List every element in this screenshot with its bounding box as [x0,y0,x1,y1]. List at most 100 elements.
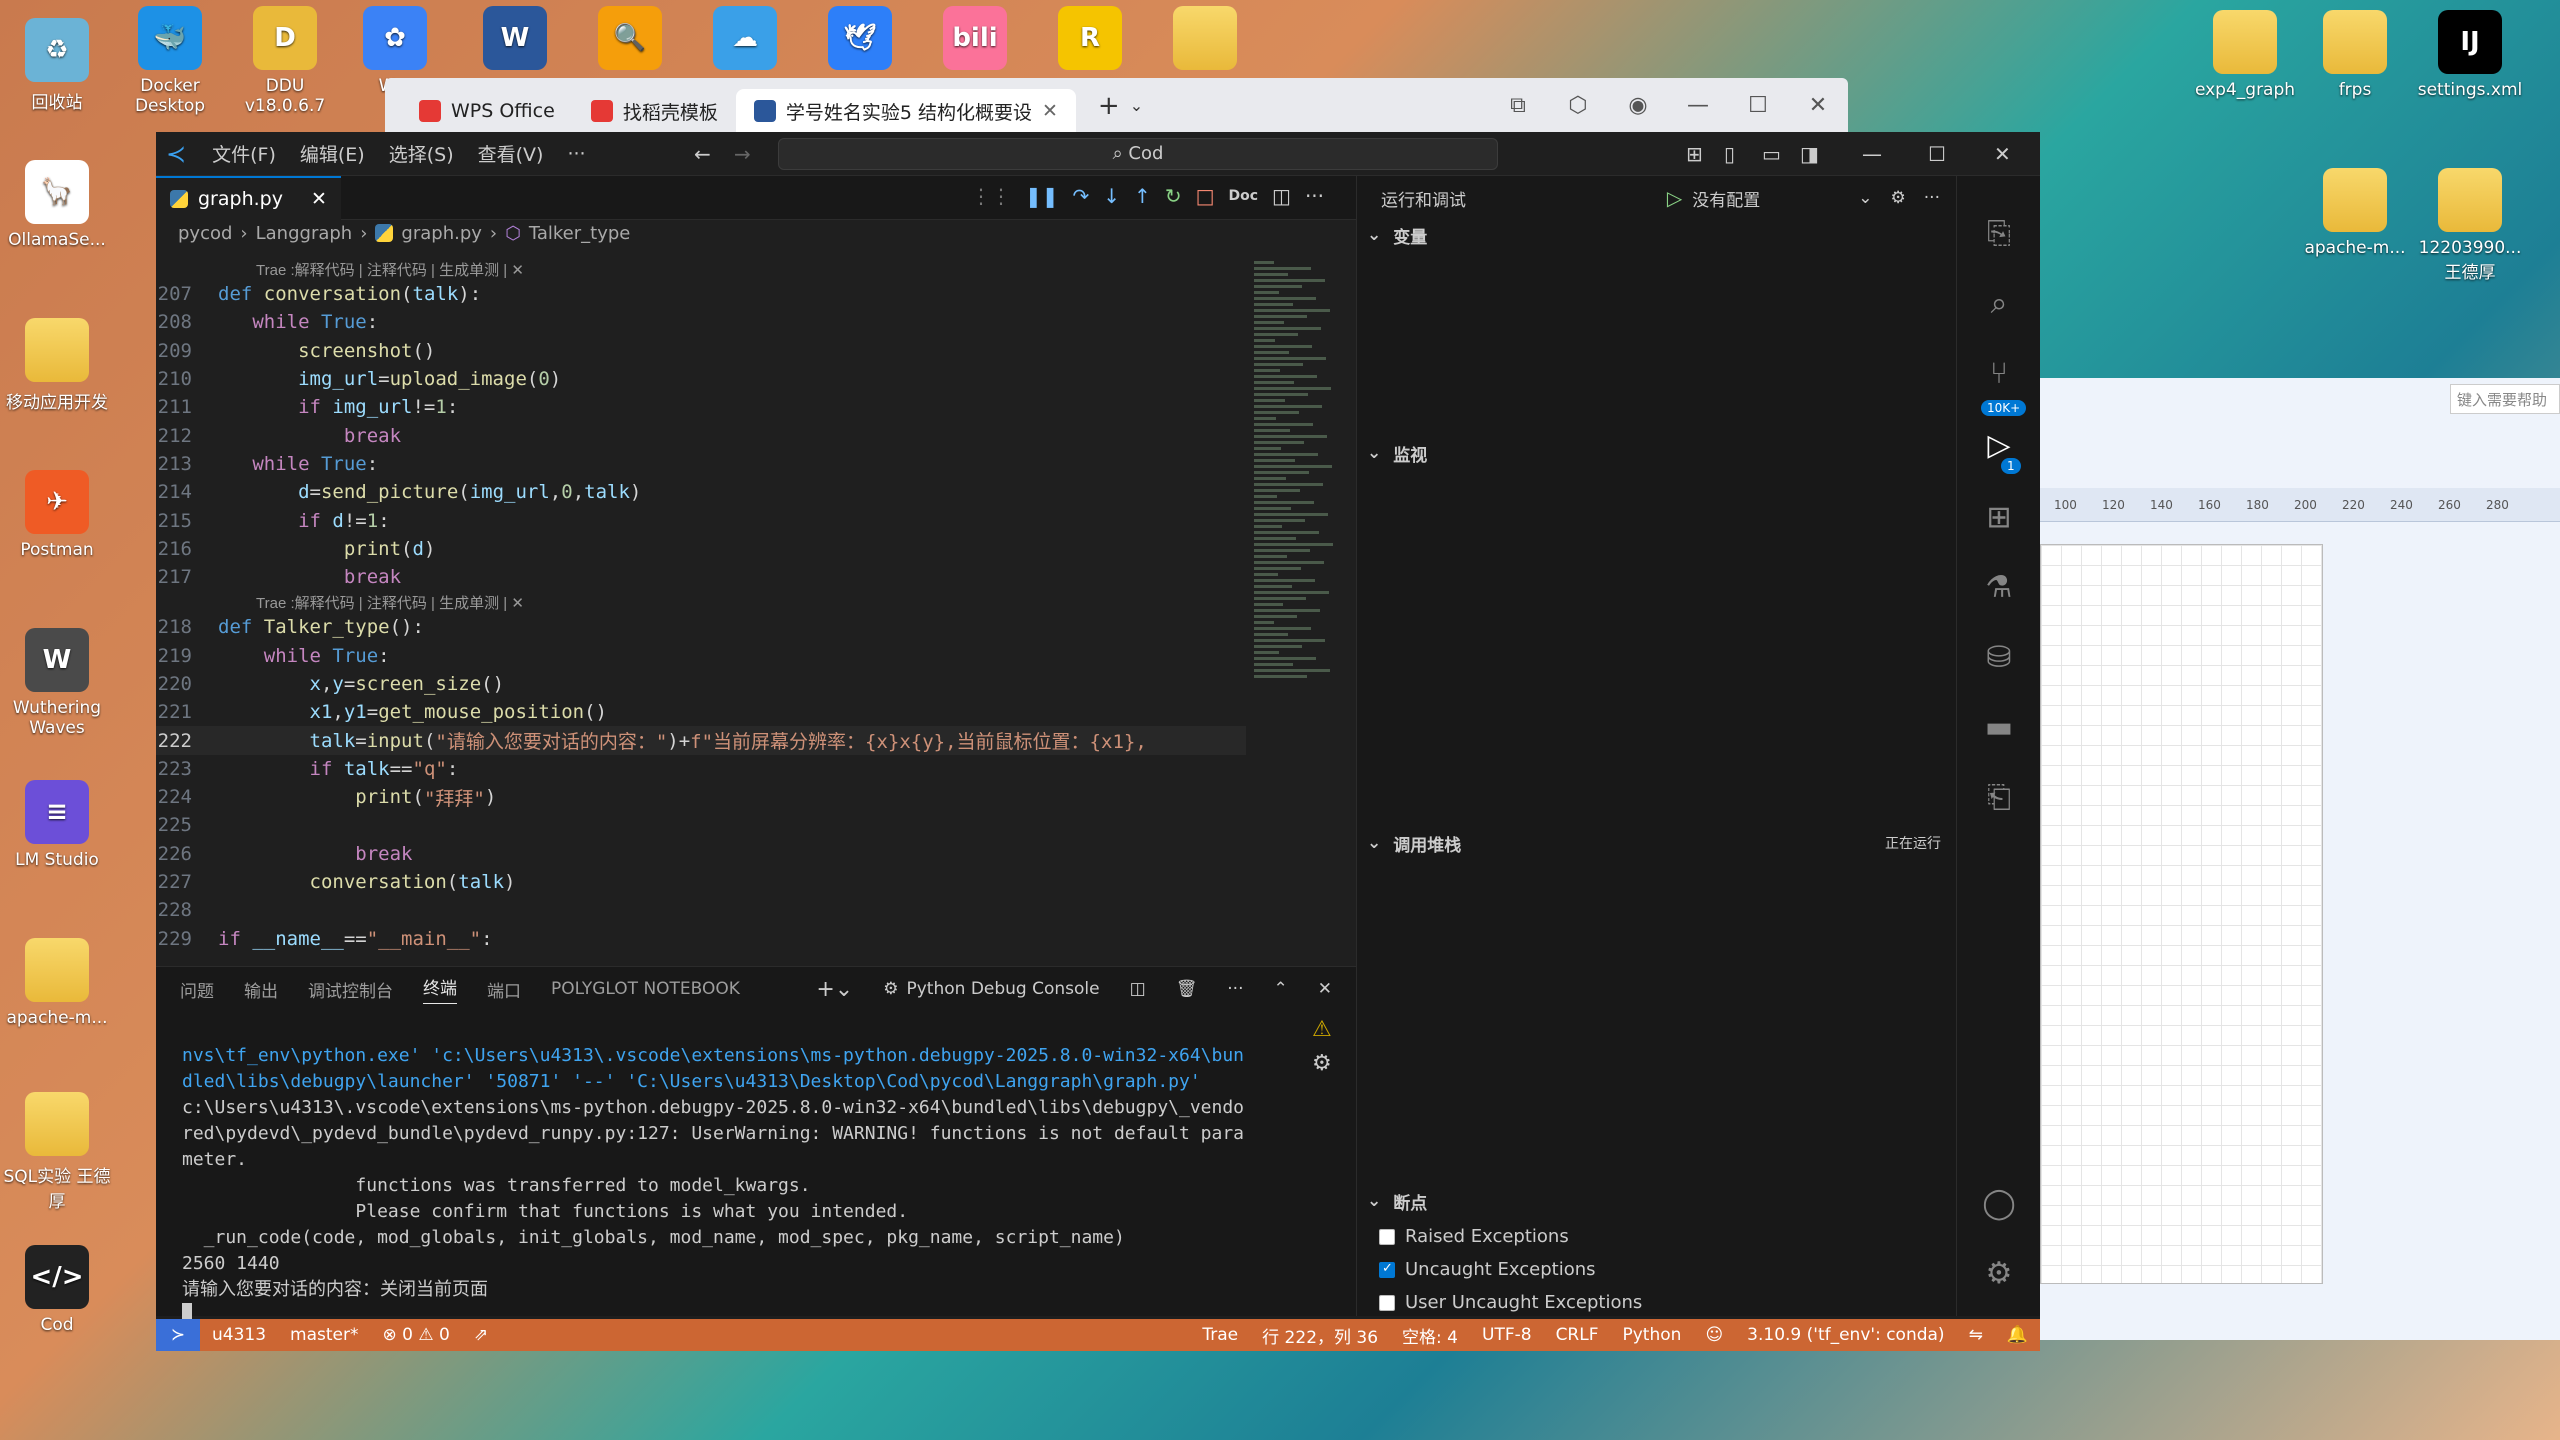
tab-output[interactable]: 输出 [244,977,278,1002]
desktop-icon[interactable] [1150,6,1260,76]
breakpoint-uncaught-exceptions[interactable]: Uncaught Exceptions [1379,1259,1596,1280]
checkbox[interactable] [1379,1228,1395,1245]
run-debug-icon[interactable]: ▷ [1957,428,2041,463]
desktop-icon[interactable]: ≡ LM Studio [2,780,112,870]
tab-graph-py[interactable]: graph.py ✕ [156,175,341,220]
status-language[interactable]: Python [1611,1325,1694,1345]
step-over-icon[interactable]: ↷ [1073,184,1090,208]
debug-gear-icon[interactable]: ⚙ [1312,1051,1332,1076]
tab-polyglot-notebook[interactable]: POLYGLOT NOTEBOOK [551,979,740,999]
menu-edit[interactable]: 编辑(E) [288,140,377,167]
menu-selection[interactable]: 选择(S) [377,140,466,167]
help-search-input[interactable]: 键入需要帮助 [2450,384,2560,414]
explorer-icon[interactable]: ⎘ [1957,216,2041,251]
status-interpreter[interactable]: 3.10.9 ('tf_env': conda) [1735,1325,1956,1345]
tab-terminal[interactable]: 终端 [423,974,457,1004]
desktop-icon[interactable]: 🦙 OllamaSe... [2,160,112,250]
breadcrumb-item[interactable]: pycod [178,223,232,244]
status-user[interactable]: u4313 [200,1325,278,1345]
drag-handle-icon[interactable]: ⋮⋮ [971,184,1011,208]
start-debugging-icon[interactable]: ▷ [1667,186,1682,210]
toggle-secondary-sidebar-icon[interactable]: ◨ [1800,142,1819,166]
forward-arrow-icon[interactable]: → [734,142,751,166]
source-control-icon[interactable]: ⑂ [1957,356,2041,391]
status-branch[interactable]: master* [278,1325,370,1345]
tab-problems[interactable]: 问题 [180,977,214,1002]
code-editor[interactable]: Trae :解释代码 | 注释代码 | 生成单测 | ✕ 207 def conv… [156,258,1246,958]
status-indent[interactable]: 空格: 4 [1390,1323,1470,1348]
desktop-icon[interactable]: D DDU v18.0.6.7 [230,6,340,116]
toggle-primary-sidebar-icon[interactable]: ▯ [1724,142,1735,166]
desktop-icon[interactable]: apache-m... [2300,168,2410,258]
desktop-icon[interactable]: ✈ Postman [2,470,112,560]
section-call-stack[interactable]: ⌄ 调用堆栈 正在运行 [1357,828,1957,858]
desktop-icon[interactable]: W Wuthering Waves [2,628,112,738]
maximize-button[interactable]: ☐ [1728,93,1788,118]
stop-icon[interactable]: □ [1196,184,1215,208]
browser-tab-template[interactable]: 找稻壳模板 [573,89,736,133]
desktop-icon[interactable]: 12203990... 王德厚 [2415,168,2525,283]
testing-icon[interactable]: ⚗ [1957,570,2041,605]
minimap[interactable] [1246,258,1356,958]
remote-explorer-icon[interactable]: ⛁ [1957,640,2041,675]
panel-icon[interactable]: ▬ [1957,710,2041,745]
close-button[interactable]: ✕ [1994,142,2011,166]
gear-icon[interactable]: ⚙ [1891,188,1906,208]
breakpoint-raised-exceptions[interactable]: Raised Exceptions [1379,1226,1569,1247]
terminal-name[interactable]: Python Debug Console [906,979,1099,999]
split-editor-icon[interactable]: ◫ [1272,184,1291,208]
checkbox[interactable] [1379,1294,1395,1311]
desktop-icon[interactable]: ♻ 回收站 [2,18,112,113]
desktop-icon[interactable]: SQL实验 王德厚 [2,1092,112,1212]
minimize-button[interactable]: — [1668,93,1728,118]
desktop-icon[interactable]: 🔍 [575,6,685,76]
close-icon[interactable]: ✕ [311,188,327,210]
desktop-icon[interactable]: 🕊 [805,6,915,76]
codelens[interactable]: Trae :解释代码 | 注释代码 | 生成单测 | ✕ [156,258,1246,280]
status-errors[interactable]: ⊗ 0 ⚠ 0 [371,1325,462,1345]
remote-icon[interactable]: ≻ [156,1319,200,1351]
status-eol[interactable]: CRLF [1544,1325,1611,1345]
section-variables[interactable]: ⌄ 变量 [1357,220,1957,250]
desktop-icon[interactable]: W [460,6,570,76]
menu-view[interactable]: 查看(V) [466,140,556,167]
desktop-icon[interactable]: bili [920,6,1030,76]
account-icon[interactable]: ◯ [1957,1186,2041,1221]
bell-icon[interactable]: 🔔 [1995,1325,2040,1345]
desktop-icon[interactable]: 移动应用开发 [2,318,112,413]
customize-layout-icon[interactable]: ⊞ [1686,142,1703,166]
desktop-icon[interactable]: apache-m... [2,938,112,1028]
tab-debug-console[interactable]: 调试控制台 [308,977,393,1002]
close-button[interactable]: ✕ [1788,93,1848,118]
breakpoint-user-uncaught-exceptions[interactable]: User Uncaught Exceptions [1379,1292,1642,1313]
desktop-icon[interactable]: R [1035,6,1145,76]
warning-icon[interactable]: ⚠ [1312,1017,1332,1042]
toggle-panel-icon[interactable]: ▭ [1762,142,1781,166]
status-encoding[interactable]: UTF-8 [1470,1325,1544,1345]
step-into-icon[interactable]: ↓ [1103,184,1120,208]
desktop-icon[interactable]: ☁ [690,6,800,76]
doc-button[interactable]: Doc [1228,188,1258,204]
back-arrow-icon[interactable]: ← [694,142,711,166]
chevron-down-icon[interactable]: ⌄ [1130,96,1143,115]
minimize-button[interactable]: — [1862,142,1882,166]
maximize-panel-icon[interactable]: ⌃ [1274,979,1288,999]
more-actions-icon[interactable]: ··· [1227,979,1243,999]
close-panel-icon[interactable]: ✕ [1318,979,1332,999]
document-page[interactable] [2040,544,2323,1284]
trash-icon[interactable]: 🗑 [1176,979,1198,999]
section-watch[interactable]: ⌄ 监视 [1357,438,1957,468]
desktop-icon[interactable]: IJ settings.xml [2415,10,2525,100]
browser-tab-wps[interactable]: WPS Office [401,89,573,133]
maximize-button[interactable]: ☐ [1928,142,1946,166]
breadcrumb-item[interactable]: Talker_type [529,223,631,244]
desktop-icon[interactable]: </> Cod [2,1245,112,1335]
status-trae[interactable]: Trae [1190,1325,1250,1345]
copilot-icon[interactable]: ☺ [1693,1325,1735,1345]
section-breakpoints[interactable]: ⌄ 断点 [1357,1186,1957,1216]
restart-icon[interactable]: ↻ [1165,184,1182,208]
desktop-icon[interactable]: exp4_graph [2190,10,2300,100]
manage-gear-icon[interactable]: ⚙ [1957,1256,2041,1291]
new-tab-button[interactable]: + [1098,91,1120,121]
pause-icon[interactable]: ❚❚ [1025,184,1059,208]
